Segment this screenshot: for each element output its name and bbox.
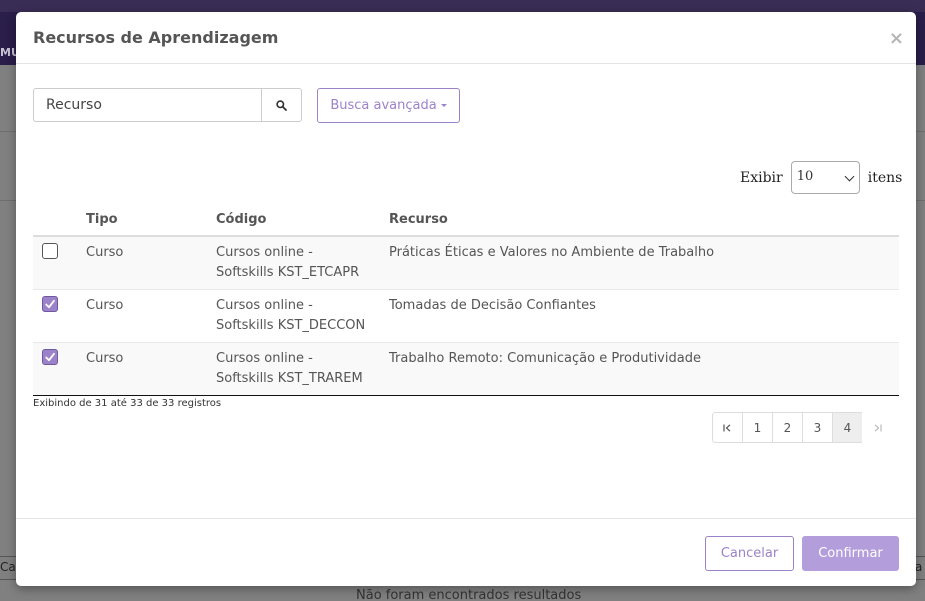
page-button-1[interactable]: 1 [742, 412, 773, 443]
row-select-cell [33, 289, 86, 343]
recurso-cell: Práticas Éticas e Valores no Ambiente de… [389, 235, 899, 290]
modal-title: Recursos de Aprendizagem [33, 28, 279, 47]
close-icon[interactable]: × [889, 30, 904, 48]
codigo-line: Cursos online - [216, 245, 313, 260]
tipo-cell: Curso [86, 342, 216, 396]
checkmark-icon [45, 352, 55, 362]
page-button-2[interactable]: 2 [772, 412, 803, 443]
column-header-recurso[interactable]: Recurso [389, 210, 899, 237]
recurso-cell: Tomadas de Decisão Confiantes [389, 289, 899, 343]
learning-resources-modal: Recursos de Aprendizagem × Busca avançad… [16, 12, 916, 586]
table-row[interactable]: Curso Cursos online - Softskills KST_ETC… [33, 235, 899, 290]
first-page-icon [723, 423, 731, 432]
pagination: 1 2 3 4 [712, 412, 893, 443]
page-button-3[interactable]: 3 [802, 412, 833, 443]
modal-header: Recursos de Aprendizagem × [16, 12, 916, 64]
page-length-value: 10 [796, 169, 814, 184]
tipo-cell: Curso [86, 235, 216, 290]
advanced-search-label: Busca avançada [330, 98, 437, 113]
codigo-line: Softskills KST_ETCAPR [216, 265, 360, 280]
checkmark-icon [45, 299, 55, 309]
row-checkbox[interactable] [42, 349, 58, 365]
background-topbar [0, 0, 925, 12]
row-checkbox[interactable] [42, 296, 58, 312]
recurso-cell: Trabalho Remoto: Comunicação e Produtivi… [389, 342, 899, 396]
row-select-cell [33, 342, 86, 396]
page-length-select[interactable]: 10 [790, 161, 860, 194]
background-empty-message: Não foram encontrados resultados [356, 588, 582, 601]
column-header-tipo[interactable]: Tipo [86, 210, 216, 237]
tipo-cell: Curso [86, 289, 216, 343]
select-column-header [33, 210, 86, 237]
search-input[interactable] [33, 88, 262, 122]
page-button-4-active[interactable]: 4 [832, 412, 863, 443]
last-page-button[interactable] [862, 412, 893, 443]
search-icon [276, 99, 287, 111]
codigo-cell: Cursos online - Softskills KST_ETCAPR [216, 235, 389, 290]
advanced-search-button[interactable]: Busca avançada [317, 88, 460, 123]
last-page-icon [874, 423, 882, 432]
page-length-control: Exibir 10 itens [740, 161, 902, 194]
records-info: Exibindo de 31 até 33 de 33 registros [33, 398, 222, 409]
codigo-line: Softskills KST_DECCON [216, 318, 366, 333]
resources-table: Tipo Código Recurso Curso Cursos online … [33, 210, 899, 396]
table-row[interactable]: Curso Cursos online - Softskills KST_DEC… [33, 289, 899, 343]
first-page-button[interactable] [712, 412, 743, 443]
codigo-cell: Cursos online - Softskills KST_DECCON [216, 289, 389, 343]
page-length-prefix: Exibir [740, 169, 783, 186]
table-header-row: Tipo Código Recurso [33, 210, 899, 237]
caret-down-icon [440, 104, 447, 107]
codigo-line: Cursos online - [216, 351, 313, 366]
table-row[interactable]: Curso Cursos online - Softskills KST_TRA… [33, 342, 899, 396]
confirm-button[interactable]: Confirmar [802, 536, 899, 571]
codigo-line: Softskills KST_TRAREM [216, 371, 363, 386]
search-button[interactable] [261, 88, 302, 122]
chevron-down-icon [844, 171, 855, 182]
codigo-line: Cursos online - [216, 298, 313, 313]
column-header-codigo[interactable]: Código [216, 210, 389, 237]
modal-footer: Cancelar Confirmar [16, 518, 916, 586]
page-length-suffix: itens [867, 169, 903, 186]
codigo-cell: Cursos online - Softskills KST_TRAREM [216, 342, 389, 396]
cancel-button[interactable]: Cancelar [705, 536, 794, 571]
row-select-cell [33, 235, 86, 290]
row-checkbox[interactable] [42, 243, 58, 259]
